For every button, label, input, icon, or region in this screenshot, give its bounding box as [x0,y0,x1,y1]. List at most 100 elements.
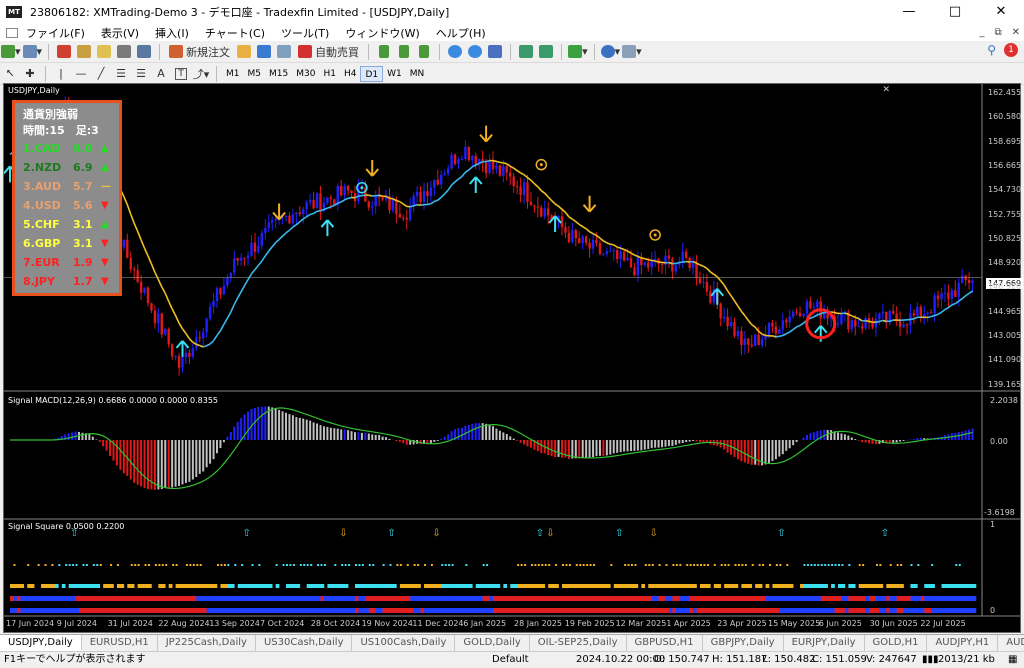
vertical-line-button[interactable]: | [52,65,70,83]
timeframe-mn[interactable]: MN [406,66,429,82]
arrows-button[interactable]: ⤴▾ [192,65,210,83]
strategy-tester-button[interactable] [135,43,153,61]
timeframe-m15[interactable]: M15 [265,66,292,82]
child-restore-icon[interactable]: ⧉ [994,24,1001,41]
chart-window[interactable]: ⇧ ⇧ ⇩ ⇧ ⇩ ⇧ ⇩ ⇧ ⇩ ⇧ ⇧ USDJPY,Daily ✕ 147.669 162.4… [3,83,1024,633]
label-tool-button[interactable]: T [172,65,190,83]
bar-chart-button[interactable] [375,43,393,61]
maximize-button[interactable]: □ [932,0,978,24]
menu-view[interactable]: 表示(V) [93,25,147,41]
square-dot [217,564,219,566]
menu-file[interactable]: ファイル(F) [18,25,93,41]
timeframe-h4[interactable]: H4 [340,66,361,82]
terminal-button[interactable] [115,43,133,61]
square-band-cell [775,584,780,588]
chart-tab[interactable]: AUDJPY,H1 [927,635,999,651]
chart-tab[interactable]: GBPUSD,H1 [627,635,703,651]
candle-body [667,255,671,259]
square-band-cell [527,608,532,613]
chart-shift-button[interactable] [537,43,555,61]
square-band-cell [348,608,352,613]
chart-tab[interactable]: EURUSD,H1 [82,635,158,651]
square-band-cell [624,596,628,601]
square-band-cell [251,596,256,601]
candle-chart-button[interactable] [395,43,413,61]
auto-trading-button[interactable]: 自動売買 [295,43,362,61]
square-band-cell [203,608,207,613]
square-band-cell [748,596,753,601]
chart-tab[interactable]: EURJPY,Daily [784,635,865,651]
chart-tab[interactable]: US30Cash,Daily [256,635,353,651]
chart-window-icon[interactable] [6,27,18,38]
new-chart-button[interactable]: ▾ [1,43,21,61]
signals-button[interactable] [255,43,273,61]
square-band-cell [241,596,245,601]
text-tool-button[interactable]: A [152,65,170,83]
profiles-button[interactable]: ▾ [22,43,42,61]
close-window-button[interactable]: ✕ [978,0,1024,24]
square-band-cell [910,584,915,588]
square-band-cell [575,608,580,613]
chart-tab[interactable]: GOLD,H1 [865,635,928,651]
chart-close-icon[interactable]: ✕ [882,85,890,95]
timeframe-h1[interactable]: H1 [319,66,340,82]
notification-badge[interactable]: 1 [1004,43,1018,57]
crosshair-button[interactable]: ✚ [21,65,39,83]
zoom-out-button[interactable] [466,43,484,61]
trendline-button[interactable]: ╱ [92,65,110,83]
market-button[interactable] [275,43,293,61]
square-band-cell [68,596,73,601]
menu-window[interactable]: ウィンドウ(W) [337,25,427,41]
timeframe-m30[interactable]: M30 [292,66,319,82]
chart-tab[interactable]: GOLD,Daily [455,635,530,651]
channel-button[interactable]: ☰ [112,65,130,83]
tile-windows-button[interactable] [486,43,504,61]
zoom-in-button[interactable] [446,43,464,61]
new-order-button[interactable]: 新規注文 [166,43,233,61]
price-chart-canvas[interactable]: ⇧ ⇧ ⇩ ⇧ ⇩ ⇧ ⇩ ⇧ ⇩ ⇧ ⇧ [4,84,1020,632]
square-band-cell [34,596,38,601]
child-minimize-icon[interactable]: _ [979,24,984,41]
auto-scroll-button[interactable] [517,43,535,61]
metaeditor-button[interactable] [235,43,253,61]
timeframe-d1[interactable]: D1 [360,65,384,82]
menu-insert[interactable]: 挿入(I) [147,25,197,41]
indicators-button[interactable]: ▾ [568,43,588,61]
periods-button[interactable]: ▾ [600,43,620,61]
menu-chart[interactable]: チャート(C) [197,25,273,41]
templates-button[interactable]: ▾ [622,43,642,61]
square-band-cell [682,596,687,601]
chart-tab[interactable]: USDJPY,Daily [0,635,82,651]
chart-tab[interactable]: GBPJPY,Daily [703,635,784,651]
square-band-cell [793,596,797,601]
chart-tab[interactable]: OIL-SEP25,Daily [530,635,627,651]
minimize-button[interactable]: — [886,0,932,24]
candle-body [519,186,522,195]
search-icon[interactable]: ⚲ [987,43,996,57]
child-close-icon[interactable]: ✕ [1012,24,1020,41]
menu-tools[interactable]: ツール(T) [273,25,337,41]
square-dot [72,564,75,566]
candle-body [460,158,464,160]
square-band-cell [806,596,811,601]
timeframe-w1[interactable]: W1 [383,66,406,82]
square-band-cell [506,596,511,601]
navigator-button[interactable] [95,43,113,61]
horizontal-line-button[interactable]: — [72,65,90,83]
market-watch-button[interactable] [55,43,73,61]
candle-body [653,258,657,260]
line-chart-button[interactable] [415,43,433,61]
timeframe-m1[interactable]: M1 [222,66,244,82]
menu-help[interactable]: ヘルプ(H) [428,25,494,41]
candle-body [916,306,919,316]
candle-body [881,311,885,314]
square-band-cell [182,608,187,613]
data-window-button[interactable] [75,43,93,61]
fibonacci-button[interactable]: ☰ [132,65,150,83]
moving-average-line [709,271,715,275]
cursor-button[interactable]: ⭦ [1,65,19,83]
chart-tab[interactable]: AUDUSD,H1 [998,635,1024,651]
timeframe-m5[interactable]: M5 [244,66,266,82]
chart-tab[interactable]: JP225Cash,Daily [158,635,256,651]
chart-tab[interactable]: US100Cash,Daily [352,635,456,651]
